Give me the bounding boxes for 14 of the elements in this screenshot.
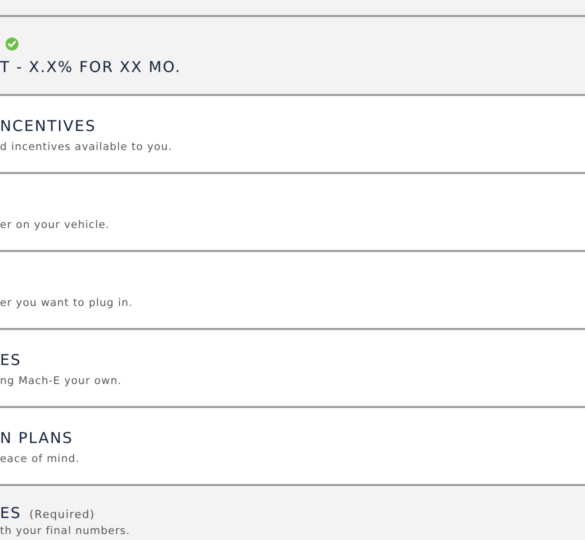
section-title: N PLANS	[0, 428, 74, 448]
section-description: ng Mach-E your own.	[0, 374, 122, 388]
summary-panel[interactable]: T - X.X% FOR XX MO.	[0, 17, 585, 96]
section-description: er you want to plug in.	[0, 296, 133, 310]
section-panel[interactable]: ES (Required) th your final numbers.	[0, 486, 585, 540]
section-description: th your final numbers.	[0, 524, 130, 538]
section-description: eace of mind.	[0, 452, 80, 466]
section-title: T - X.X% FOR XX MO.	[0, 57, 182, 77]
section-title: ES	[0, 350, 22, 370]
section-description: d incentives available to you.	[0, 140, 172, 154]
required-label: (Required)	[29, 508, 95, 521]
section-description: er on your vehicle.	[0, 218, 110, 232]
section-title: NCENTIVES	[0, 116, 96, 136]
section-title: ES	[0, 503, 22, 523]
